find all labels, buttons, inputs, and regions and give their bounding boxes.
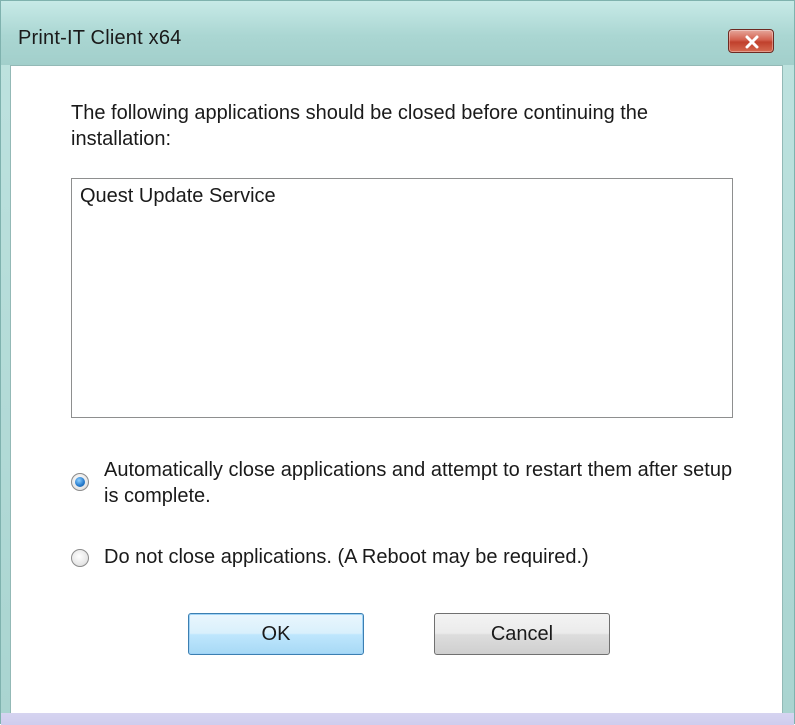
close-button[interactable] bbox=[728, 29, 774, 53]
list-item[interactable]: Quest Update Service bbox=[80, 185, 276, 208]
auto-close-label: Automatically close applications and att… bbox=[104, 459, 733, 507]
ok-button[interactable]: OK bbox=[188, 613, 364, 655]
do-not-close-label: Do not close applications. (A Reboot may… bbox=[104, 546, 589, 568]
auto-close-radio[interactable] bbox=[71, 473, 89, 491]
title-bar[interactable]: Print-IT Client x64 bbox=[1, 1, 794, 65]
cancel-button[interactable]: Cancel bbox=[434, 613, 610, 655]
instruction-text: The following applications should be clo… bbox=[71, 102, 649, 150]
window-bottom-border bbox=[1, 713, 794, 725]
auto-close-option[interactable]: Automatically close applications and att… bbox=[71, 457, 751, 511]
do-not-close-radio[interactable] bbox=[71, 549, 89, 567]
dialog-body: The following applications should be clo… bbox=[10, 65, 783, 716]
applications-list[interactable]: Quest Update Service bbox=[71, 178, 733, 418]
window-title: Print-IT Client x64 bbox=[18, 27, 182, 49]
installer-dialog-window: Print-IT Client x64 The following applic… bbox=[0, 0, 795, 725]
do-not-close-option[interactable]: Do not close applications. (A Reboot may… bbox=[71, 544, 751, 574]
close-icon bbox=[745, 35, 759, 49]
